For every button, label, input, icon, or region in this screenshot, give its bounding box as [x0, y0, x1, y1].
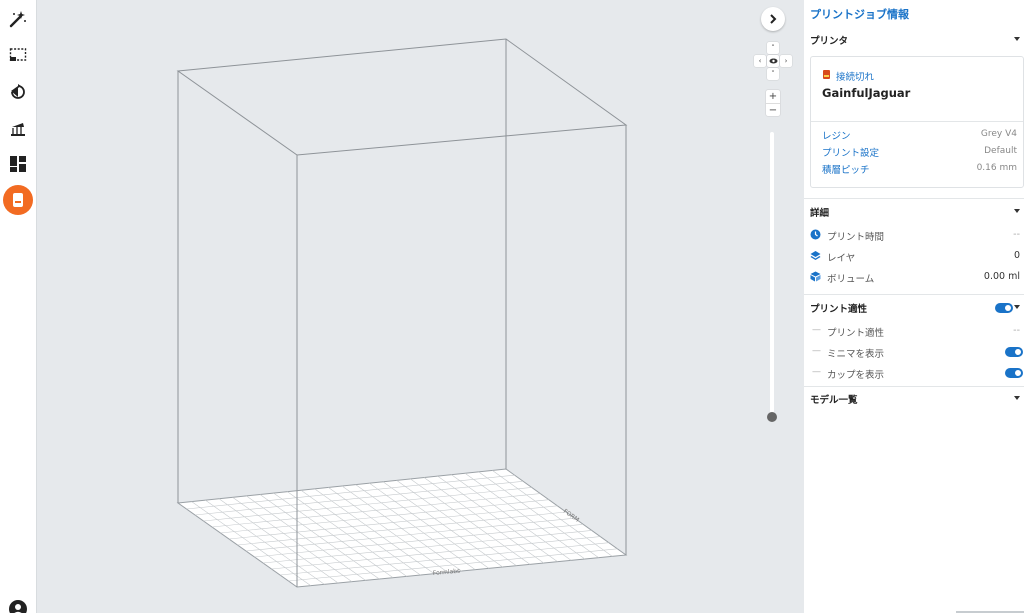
show-cups-label: カップを表示: [827, 370, 885, 381]
selection-icon[interactable]: [4, 41, 32, 69]
print-time-value: --: [1013, 229, 1020, 240]
volume-value: 0.00 ml: [983, 271, 1020, 282]
layout-icon[interactable]: [4, 150, 32, 178]
printer-status: 接続切れ: [836, 72, 875, 83]
clock-icon: [810, 229, 821, 240]
card-divider: [811, 121, 1023, 122]
printer-section-label: プリンタ: [810, 36, 849, 47]
models-section-label: モデル一覧: [810, 395, 858, 406]
show-minima-label: ミニマを表示: [827, 349, 885, 360]
chevron-down-icon: [1014, 209, 1020, 213]
panel-title: プリントジョブ情報: [810, 8, 909, 21]
layers-icon: [810, 251, 821, 260]
details-section-header[interactable]: 詳細: [804, 202, 1024, 222]
pan-up-button[interactable]: ˄: [767, 42, 779, 54]
print-settings-label[interactable]: プリント設定: [822, 145, 879, 159]
printer-status-icon: [823, 70, 830, 79]
volume-label: ボリューム: [827, 274, 875, 285]
printer-section-header[interactable]: プリンタ: [804, 30, 1024, 50]
zoom-out-button[interactable]: −: [766, 103, 780, 117]
layers-value: 0: [1013, 250, 1020, 261]
printability-row-value: --: [1013, 325, 1020, 336]
chevron-down-icon: [1014, 396, 1020, 400]
left-toolbar: [0, 0, 37, 613]
print-settings-value: Default: [984, 146, 1017, 156]
3d-viewport[interactable]: Formlabs FORM ˄ ‹ › ˅ + −: [37, 0, 804, 613]
section-divider: [804, 198, 1024, 199]
chevron-right-icon: [770, 14, 777, 24]
build-volume: Formlabs FORM: [176, 38, 628, 588]
pan-right-button[interactable]: ›: [780, 55, 792, 67]
zoom-control: + −: [766, 90, 780, 116]
zoom-in-button[interactable]: +: [766, 90, 780, 103]
printability-section-header[interactable]: プリント適性: [804, 298, 1024, 318]
bullet-dash: —: [812, 325, 821, 335]
pan-control: ˄ ‹ › ˅: [754, 42, 792, 80]
models-section-header[interactable]: モデル一覧: [804, 389, 1024, 409]
resin-label[interactable]: レジン: [822, 128, 851, 142]
printability-toggle[interactable]: [995, 303, 1013, 313]
show-minima-toggle[interactable]: [1005, 347, 1023, 357]
layer-pitch-value: 0.16 mm: [976, 163, 1017, 173]
printer-name: GainfulJaguar: [822, 86, 911, 100]
print-job-panel: プリントジョブ情報 プリンタ 接続切れ GainfulJaguar レジン Gr…: [804, 0, 1024, 613]
layer-slider-track: [770, 132, 774, 419]
print-time-label: プリント時間: [827, 232, 885, 243]
printability-row-label: プリント適性: [827, 328, 885, 339]
section-divider: [804, 386, 1024, 387]
printer-icon[interactable]: [3, 185, 33, 215]
printer-card[interactable]: 接続切れ GainfulJaguar レジン Grey V4 プリント設定 De…: [810, 56, 1024, 188]
account-icon[interactable]: [8, 599, 28, 613]
orient-icon[interactable]: [4, 78, 32, 106]
build-plate: [176, 468, 628, 588]
expand-panel-button[interactable]: [761, 7, 785, 31]
show-cups-toggle[interactable]: [1005, 368, 1023, 378]
layers-label: レイヤ: [827, 253, 856, 264]
resin-value: Grey V4: [980, 129, 1017, 139]
chevron-down-icon: [1014, 37, 1020, 41]
layer-slider-handle[interactable]: [767, 412, 777, 422]
volume-icon: [810, 271, 821, 282]
supports-icon[interactable]: [4, 114, 32, 142]
eye-icon[interactable]: [767, 55, 779, 67]
layer-pitch-label[interactable]: 積層ピッチ: [822, 162, 870, 176]
bullet-dash: —: [812, 346, 821, 356]
printability-section-label: プリント適性: [810, 304, 868, 315]
magic-wand-icon[interactable]: [4, 5, 32, 33]
pan-down-button[interactable]: ˅: [767, 68, 779, 80]
pan-left-button[interactable]: ‹: [754, 55, 766, 67]
section-divider: [804, 294, 1024, 295]
chevron-down-icon: [1014, 305, 1020, 309]
layer-slider[interactable]: [767, 132, 777, 422]
bullet-dash: —: [812, 367, 821, 377]
plate-label-front: Formlabs: [433, 568, 461, 577]
details-section-label: 詳細: [810, 208, 830, 219]
